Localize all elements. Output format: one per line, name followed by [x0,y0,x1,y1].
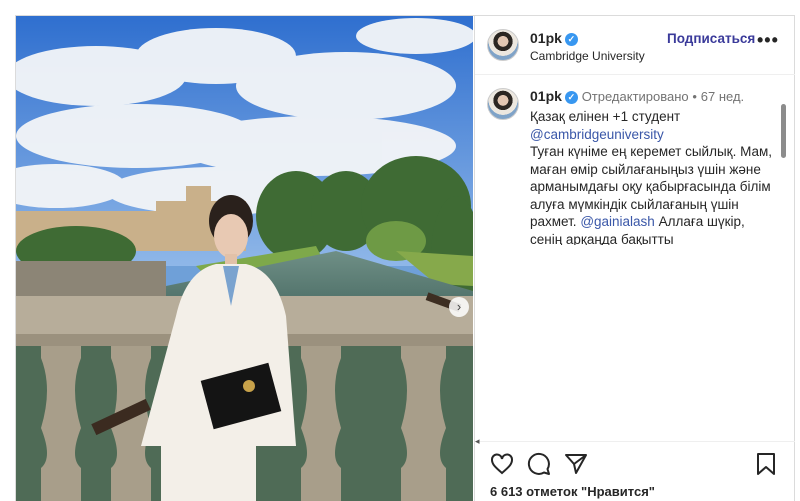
more-options-icon[interactable]: ••• [757,30,779,51]
caption-line-1: Қазақ елінен +1 студент [530,109,681,124]
caption-scrollbar[interactable] [781,104,786,158]
username-link[interactable]: 01pk ✓ [530,30,578,46]
heart-icon[interactable] [490,452,514,476]
instagram-post: › 01pk ✓ Cambridge University Подписаться… [15,15,795,501]
meta-separator: • [692,89,697,104]
mention-gainialash[interactable]: @gainialash [580,214,655,229]
mention-cambridgeuniversity[interactable]: @cambridgeuniversity [530,127,664,142]
post-time[interactable]: 67 нед. [701,89,744,104]
photo-scene [16,16,473,501]
next-photo-button[interactable]: › [449,297,469,317]
likes-count[interactable]: 6 613 отметок "Нравится" [490,484,655,499]
edited-label: Отредактировано [581,89,689,104]
bookmark-icon[interactable] [755,452,777,476]
post-sidebar: 01pk ✓ Cambridge University Подписаться •… [474,16,795,501]
location-link[interactable]: Cambridge University [530,49,645,63]
caret-left-icon: ◂ [475,436,480,446]
verified-badge-icon: ✓ [564,33,578,46]
verified-badge-icon: ✓ [564,91,578,104]
action-bar [475,441,795,482]
caption-header: 01pk ✓ Отредактировано • 67 нед. [530,88,775,108]
post-photo[interactable]: › [16,16,473,501]
caption-avatar[interactable] [487,88,519,120]
comment-icon[interactable] [527,452,551,476]
caption-body: Туған күніме ең керемет сыйлық. Мам, мағ… [530,144,773,245]
caption-username[interactable]: 01pk [530,88,562,104]
avatar[interactable] [487,29,519,61]
follow-button[interactable]: Подписаться [667,31,755,46]
caption: 01pk ✓ Отредактировано • 67 нед. Қазақ ел… [530,88,775,245]
post-header: 01pk ✓ Cambridge University Подписаться •… [475,16,795,75]
send-icon[interactable] [564,452,588,476]
